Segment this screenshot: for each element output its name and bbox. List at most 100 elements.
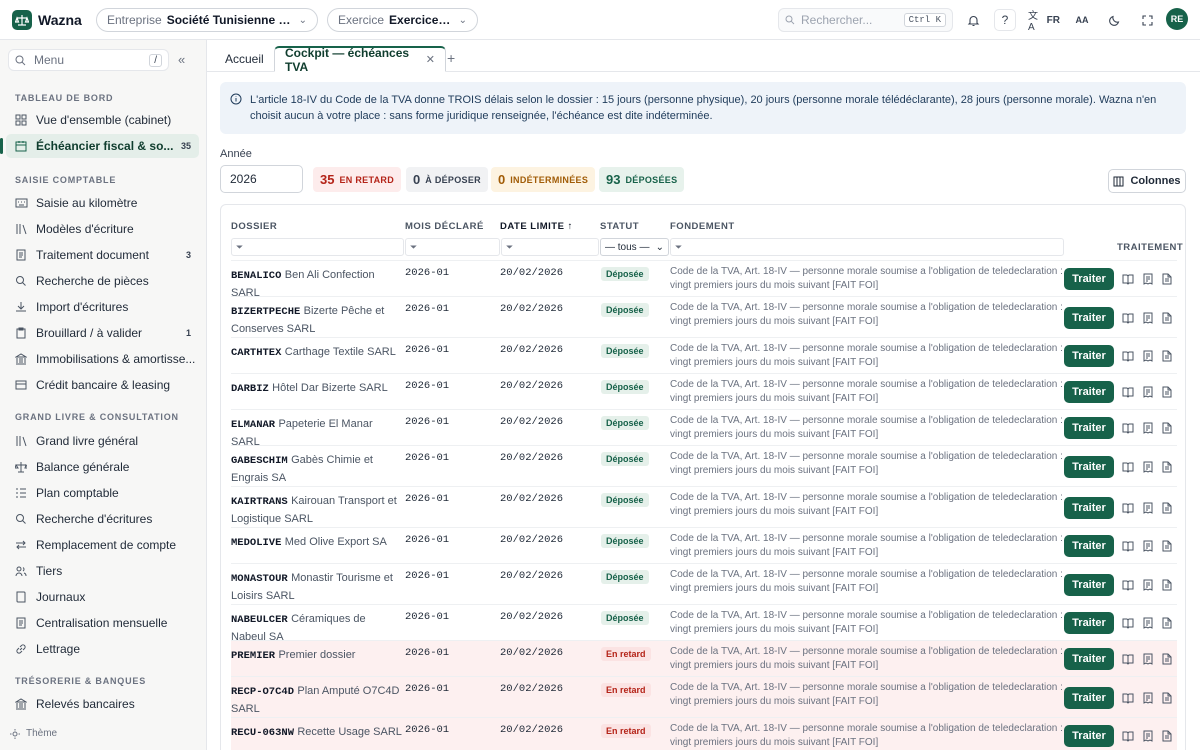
file-text-icon[interactable] (1161, 422, 1173, 434)
entreprise-selector[interactable]: Entreprise Société Tunisienne de Pla... … (96, 8, 318, 32)
year-input[interactable]: 2026 (220, 165, 303, 193)
traiter-button[interactable]: Traiter (1064, 345, 1114, 367)
theme-toggle[interactable]: Thème (10, 728, 57, 739)
sidebar-item-vue-ensemble[interactable]: Vue d'ensemble (cabinet) (6, 108, 199, 132)
file-text-icon[interactable] (1161, 579, 1173, 591)
file-text-icon[interactable] (1161, 386, 1173, 398)
book-open-icon[interactable] (1122, 386, 1134, 398)
traiter-button[interactable]: Traiter (1064, 573, 1114, 596)
help-button[interactable]: ? (994, 9, 1016, 31)
fullscreen-icon[interactable] (1136, 9, 1158, 31)
columns-button[interactable]: Colonnes (1108, 169, 1186, 193)
file-text-icon[interactable] (1161, 502, 1173, 514)
file-text-icon[interactable] (1161, 617, 1173, 629)
book-open-icon[interactable] (1122, 502, 1134, 514)
file-text-icon[interactable] (1161, 692, 1173, 704)
table-row[interactable]: CARTHTEX Carthage Textile SARL 2026-01 20/… (231, 337, 1177, 373)
file-text-icon[interactable] (1161, 312, 1173, 324)
receipt-icon[interactable] (1142, 386, 1154, 398)
filter-dossier[interactable]: ⏷ (231, 238, 404, 256)
traiter-button[interactable]: Traiter (1064, 535, 1114, 557)
receipt-icon[interactable] (1142, 617, 1154, 629)
exercice-selector[interactable]: Exercice Exercice 2026 ⌄ (327, 8, 478, 32)
book-open-icon[interactable] (1122, 579, 1134, 591)
badge-en-retard[interactable]: 35 EN RETARD (313, 167, 402, 192)
traiter-button[interactable]: Traiter (1064, 686, 1114, 709)
menu-search-input[interactable]: Menu (34, 53, 149, 67)
badge-a-deposer[interactable]: 0 À DÉPOSER (406, 167, 488, 192)
sidebar-item-echeancier[interactable]: Échéancier fiscal & so... 35 (0, 134, 199, 158)
scale-logo-icon[interactable] (12, 10, 32, 30)
traiter-button[interactable]: Traiter (1064, 612, 1114, 634)
sidebar-item-plan-comptable[interactable]: Plan comptable (6, 481, 199, 505)
filter-statut-select[interactable]: — tous — ⌄ (600, 238, 669, 256)
book-open-icon[interactable] (1122, 350, 1134, 362)
table-row[interactable]: BENALICO Ben Ali Confection SARL 2026-01 2… (231, 260, 1177, 299)
receipt-icon[interactable] (1142, 579, 1154, 591)
book-open-icon[interactable] (1122, 540, 1134, 552)
filter-fondement[interactable]: ⏷ (670, 238, 1064, 256)
badge-indeterminees[interactable]: 0 INDÉTERMINÉES (491, 167, 596, 192)
filter-mois[interactable]: ⏷ (405, 238, 500, 256)
font-size-button[interactable]: AA (1071, 9, 1093, 31)
collapse-sidebar-icon[interactable]: « (178, 52, 185, 67)
menu-search[interactable]: Menu / (8, 49, 169, 71)
book-open-icon[interactable] (1122, 461, 1134, 473)
sidebar-item-recherche-pieces[interactable]: Recherche de pièces (6, 269, 199, 293)
file-text-icon[interactable] (1161, 350, 1173, 362)
table-row[interactable]: GABESCHIM Gabès Chimie et Engrais SA 2026… (231, 445, 1177, 486)
header-dossier[interactable]: DOSSIER (231, 221, 277, 232)
sidebar-item-centralisation[interactable]: Centralisation mensuelle (6, 611, 199, 635)
receipt-icon[interactable] (1142, 273, 1154, 285)
sidebar-item-releves[interactable]: Relevés bancaires (6, 692, 199, 716)
table-row[interactable]: KAIRTRANS Kairouan Transport et Logistiq… (231, 486, 1177, 527)
receipt-icon[interactable] (1142, 461, 1154, 473)
global-search[interactable]: Rechercher... Ctrl K (778, 8, 953, 32)
file-text-icon[interactable] (1161, 730, 1173, 742)
receipt-icon[interactable] (1142, 312, 1154, 324)
table-row[interactable]: BIZERTPECHE Bizerte Pêche et Conserves S… (231, 296, 1177, 337)
add-tab-icon[interactable]: + (447, 50, 455, 66)
sidebar-item-balance[interactable]: Balance générale (6, 455, 199, 479)
traiter-button[interactable]: Traiter (1064, 306, 1114, 329)
file-text-icon[interactable] (1161, 461, 1173, 473)
filter-date[interactable]: ⏷ (501, 238, 599, 256)
sidebar-item-modeles[interactable]: Modèles d'écriture (6, 217, 199, 241)
book-open-icon[interactable] (1122, 312, 1134, 324)
moon-icon[interactable] (1104, 9, 1126, 31)
header-mois[interactable]: MOIS DÉCLARÉ (405, 221, 484, 232)
receipt-icon[interactable] (1142, 422, 1154, 434)
sidebar-item-credit[interactable]: Crédit bancaire & leasing (6, 373, 199, 397)
sidebar-item-recherche-ecritures[interactable]: Recherche d'écritures (6, 507, 199, 531)
table-row[interactable]: PREMIER Premier dossier 2026-01 20/02/2026… (231, 640, 1177, 676)
search-input[interactable]: Rechercher... (801, 13, 904, 27)
traiter-button[interactable]: Traiter (1064, 268, 1114, 290)
traiter-button[interactable]: Traiter (1064, 455, 1114, 478)
table-row[interactable]: ELMANAR Papeterie El Manar SARL 2026-01 20… (231, 409, 1177, 448)
book-open-icon[interactable] (1122, 617, 1134, 629)
table-row[interactable]: RECP-O7C4D Plan Amputé O7C4D SARL 2026-01… (231, 676, 1177, 717)
receipt-icon[interactable] (1142, 653, 1154, 665)
sidebar-item-import[interactable]: Import d'écritures (6, 295, 199, 319)
book-open-icon[interactable] (1122, 730, 1134, 742)
book-open-icon[interactable] (1122, 692, 1134, 704)
table-row[interactable]: MONASTOUR Monastir Tourisme et Loisirs S… (231, 563, 1177, 604)
file-text-icon[interactable] (1161, 273, 1173, 285)
traiter-button[interactable]: Traiter (1064, 381, 1114, 403)
receipt-icon[interactable] (1142, 502, 1154, 514)
receipt-icon[interactable] (1142, 692, 1154, 704)
bell-icon[interactable] (962, 9, 984, 31)
tab-cockpit-tva[interactable]: Cockpit — échéances TVA ✕ (274, 46, 446, 74)
user-avatar[interactable]: RE (1166, 8, 1188, 30)
receipt-icon[interactable] (1142, 540, 1154, 552)
close-icon[interactable]: ✕ (426, 53, 435, 66)
sidebar-item-lettrage[interactable]: Lettrage (6, 637, 199, 661)
table-row[interactable]: RECU-063NW Recette Usage SARL 2026-01 20/0… (231, 717, 1177, 750)
sidebar-item-grand-livre[interactable]: Grand livre général (6, 429, 199, 453)
receipt-icon[interactable] (1142, 350, 1154, 362)
receipt-icon[interactable] (1142, 730, 1154, 742)
file-text-icon[interactable] (1161, 653, 1173, 665)
sidebar-item-tiers[interactable]: Tiers (6, 559, 199, 583)
traiter-button[interactable]: Traiter (1064, 725, 1114, 747)
language-button[interactable]: 文A FR (1028, 9, 1060, 33)
